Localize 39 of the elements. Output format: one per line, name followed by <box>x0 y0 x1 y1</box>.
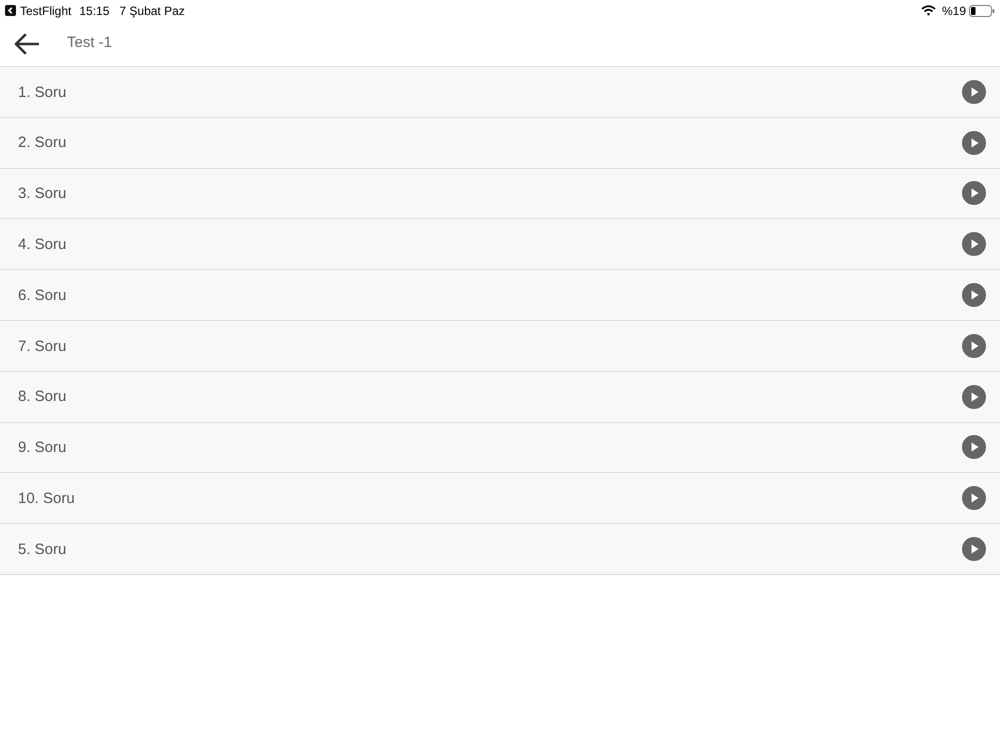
question-label: 8. Soru <box>18 387 68 408</box>
question-label: 3. Soru <box>18 184 68 204</box>
battery-percentage: %19 <box>942 2 966 20</box>
question-row[interactable]: 1. Soru <box>0 67 1000 118</box>
play-icon[interactable] <box>962 486 986 510</box>
play-icon[interactable] <box>962 80 986 104</box>
play-icon[interactable] <box>962 384 986 409</box>
question-row[interactable]: 10. Soru <box>0 473 1000 524</box>
question-row[interactable]: 8. Soru <box>0 372 1000 423</box>
back-app-label[interactable]: TestFlight <box>20 2 72 20</box>
page-title: Test -1 <box>67 33 112 54</box>
back-arrow-icon <box>13 32 39 54</box>
wifi-icon <box>920 5 936 16</box>
play-icon[interactable] <box>962 283 986 308</box>
question-label: 4. Soru <box>18 235 68 256</box>
question-label: 1. Soru <box>18 82 68 103</box>
question-label: 6. Soru <box>18 286 68 306</box>
play-icon[interactable] <box>962 130 986 155</box>
battery-icon <box>969 4 995 16</box>
question-row[interactable]: 4. Soru <box>0 219 1000 270</box>
status-date: 7 Şubat Paz <box>119 2 185 20</box>
question-row[interactable]: 5. Soru <box>0 524 1000 575</box>
question-label: 5. Soru <box>18 540 68 560</box>
play-icon[interactable] <box>962 537 986 562</box>
question-row[interactable]: 6. Soru <box>0 270 1000 321</box>
question-row[interactable]: 9. Soru <box>0 422 1000 474</box>
play-icon[interactable] <box>962 232 986 256</box>
question-label: 2. Soru <box>18 133 68 154</box>
question-label: 7. Soru <box>18 336 68 357</box>
back-to-app-icon[interactable] <box>5 5 16 16</box>
question-row[interactable]: 7. Soru <box>0 320 1000 372</box>
status-time: 15:15 <box>79 2 110 20</box>
question-row[interactable]: 3. Soru <box>0 168 1000 220</box>
question-label: 9. Soru <box>18 438 68 458</box>
question-label: 10. Soru <box>18 489 76 510</box>
play-icon[interactable] <box>962 435 986 460</box>
play-icon[interactable] <box>962 334 986 358</box>
play-icon[interactable] <box>962 181 986 206</box>
question-row[interactable]: 2. Soru <box>0 118 1000 169</box>
